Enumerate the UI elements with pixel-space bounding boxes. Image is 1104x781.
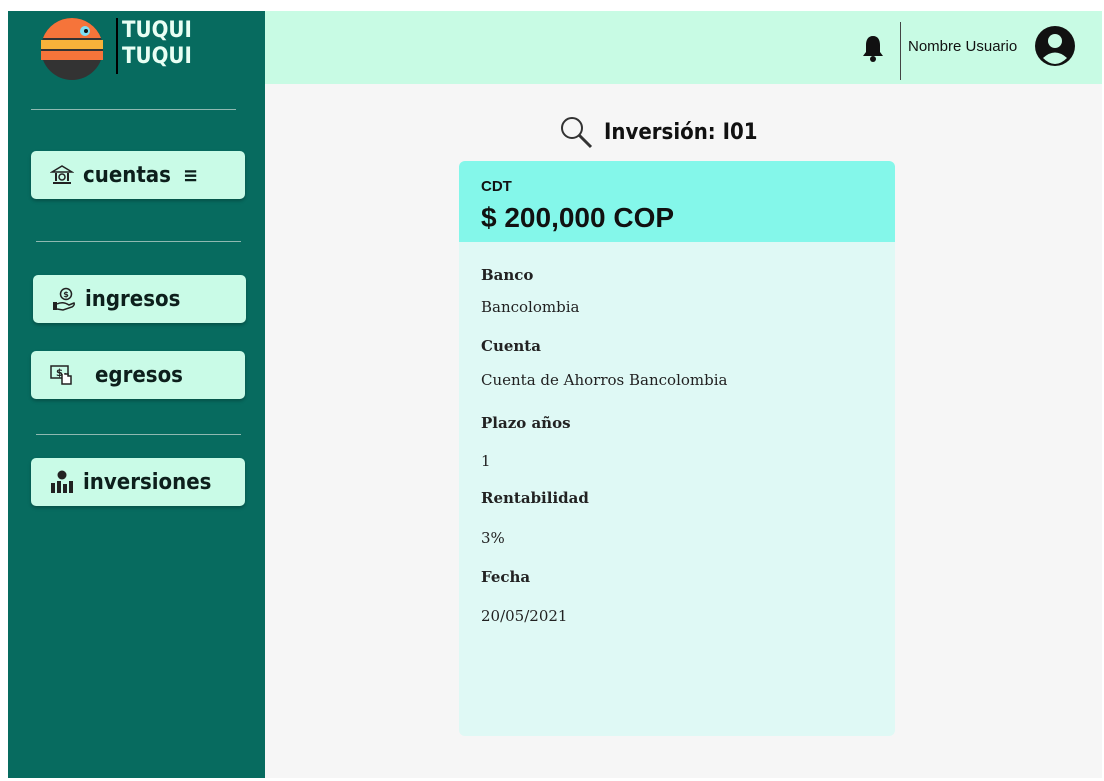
sidebar-item-inversiones[interactable]: inversiones	[31, 458, 245, 506]
field-label-rentabilidad: Rentabilidad	[481, 489, 589, 507]
sidebar-item-egresos[interactable]: $ egresos	[31, 351, 245, 399]
card-header: CDT $ 200,000 COP	[459, 161, 895, 242]
sidebar-item-label: inversiones	[83, 469, 212, 495]
page-title: Inversión: I01	[558, 112, 758, 152]
field-value-rentabilidad: 3%	[481, 529, 505, 547]
sidebar-item-label: egresos	[95, 362, 183, 388]
sidebar-item-ingresos[interactable]: $ ingresos	[33, 275, 246, 323]
field-value-fecha: 20/05/2021	[481, 607, 568, 625]
hand-coin-icon: $	[51, 286, 77, 312]
investment-type: CDT	[481, 178, 512, 195]
field-label-fecha: Fecha	[481, 568, 531, 586]
investment-card: CDT $ 200,000 COP Banco Bancolombia Cuen…	[459, 161, 895, 736]
sidebar-item-label: cuentas	[83, 162, 171, 188]
tuqui-logo-icon	[41, 17, 103, 80]
field-label-plazo: Plazo años	[481, 414, 571, 432]
bell-icon[interactable]	[860, 33, 886, 63]
brand-line-1: TUQUI	[122, 18, 192, 43]
page-title-text: Inversión: I01	[604, 119, 758, 145]
header-separator	[900, 22, 901, 80]
sidebar-divider	[36, 241, 241, 242]
investment-icon	[49, 469, 75, 495]
field-value-plazo: 1	[481, 452, 491, 470]
menu-icon[interactable]: ≡	[183, 163, 198, 187]
sidebar-item-label: ingresos	[85, 286, 181, 312]
field-label-banco: Banco	[481, 266, 534, 284]
username-label[interactable]: Nombre Usuario	[908, 38, 1017, 55]
sidebar-item-cuentas[interactable]: cuentas ≡	[31, 151, 245, 199]
field-label-cuenta: Cuenta	[481, 337, 541, 355]
investment-amount: $ 200,000 COP	[481, 202, 675, 233]
cash-hand-icon: $	[49, 362, 75, 388]
search-icon	[561, 117, 593, 149]
user-avatar-icon[interactable]	[1034, 25, 1076, 67]
bank-icon	[49, 162, 75, 188]
field-value-cuenta: Cuenta de Ahorros Bancolombia	[481, 371, 728, 389]
field-value-banco: Bancolombia	[481, 298, 580, 316]
sidebar-divider	[36, 434, 241, 435]
sidebar-divider	[31, 109, 236, 110]
brand-name: TUQUI TUQUI	[116, 18, 192, 74]
brand-line-2: TUQUI	[122, 44, 192, 69]
svg-text:$: $	[63, 290, 69, 299]
